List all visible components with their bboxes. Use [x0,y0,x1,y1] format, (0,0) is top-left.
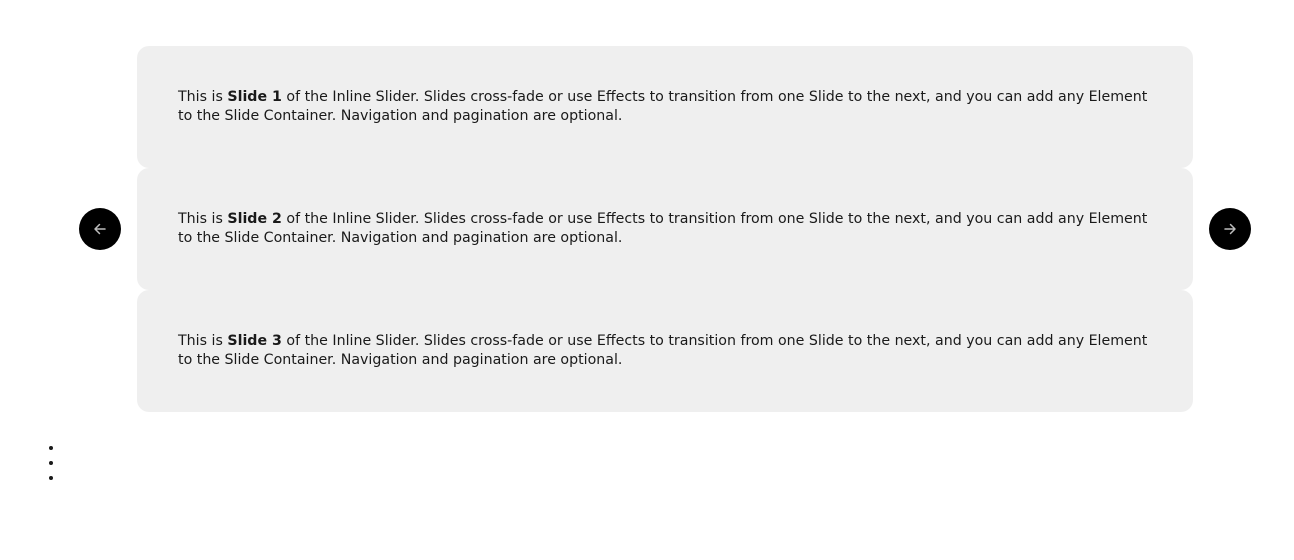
slide-title: Slide 1 [227,89,282,105]
more-vertical-icon[interactable] [44,446,58,480]
slide-text-prefix: This is [178,211,228,227]
kebab-dot [49,446,53,450]
slide-1: This is Slide 1 of the Inline Slider. Sl… [137,46,1193,168]
slide-text-suffix: of the Inline Slider. Slides cross-fade … [178,333,1148,368]
kebab-dot [49,461,53,465]
previous-slide-button[interactable] [79,208,121,250]
slide-2: This is Slide 2 of the Inline Slider. Sl… [137,168,1193,290]
slide-text-suffix: of the Inline Slider. Slides cross-fade … [178,211,1148,246]
slide-title: Slide 2 [227,211,282,227]
slide-3: This is Slide 3 of the Inline Slider. Sl… [137,290,1193,412]
arrow-left-icon [94,223,106,235]
slide-text: This is Slide 3 of the Inline Slider. Sl… [178,332,1153,370]
slide-text-suffix: of the Inline Slider. Slides cross-fade … [178,89,1148,124]
slide-text-prefix: This is [178,333,228,349]
kebab-dot [49,476,53,480]
slide-title: Slide 3 [227,333,282,349]
slide-text: This is Slide 2 of the Inline Slider. Sl… [178,210,1153,248]
arrow-right-icon [1224,223,1236,235]
slide-text: This is Slide 1 of the Inline Slider. Sl… [178,88,1153,126]
slide-text-prefix: This is [178,89,228,105]
inline-slider: This is Slide 1 of the Inline Slider. Sl… [137,46,1193,412]
next-slide-button[interactable] [1209,208,1251,250]
